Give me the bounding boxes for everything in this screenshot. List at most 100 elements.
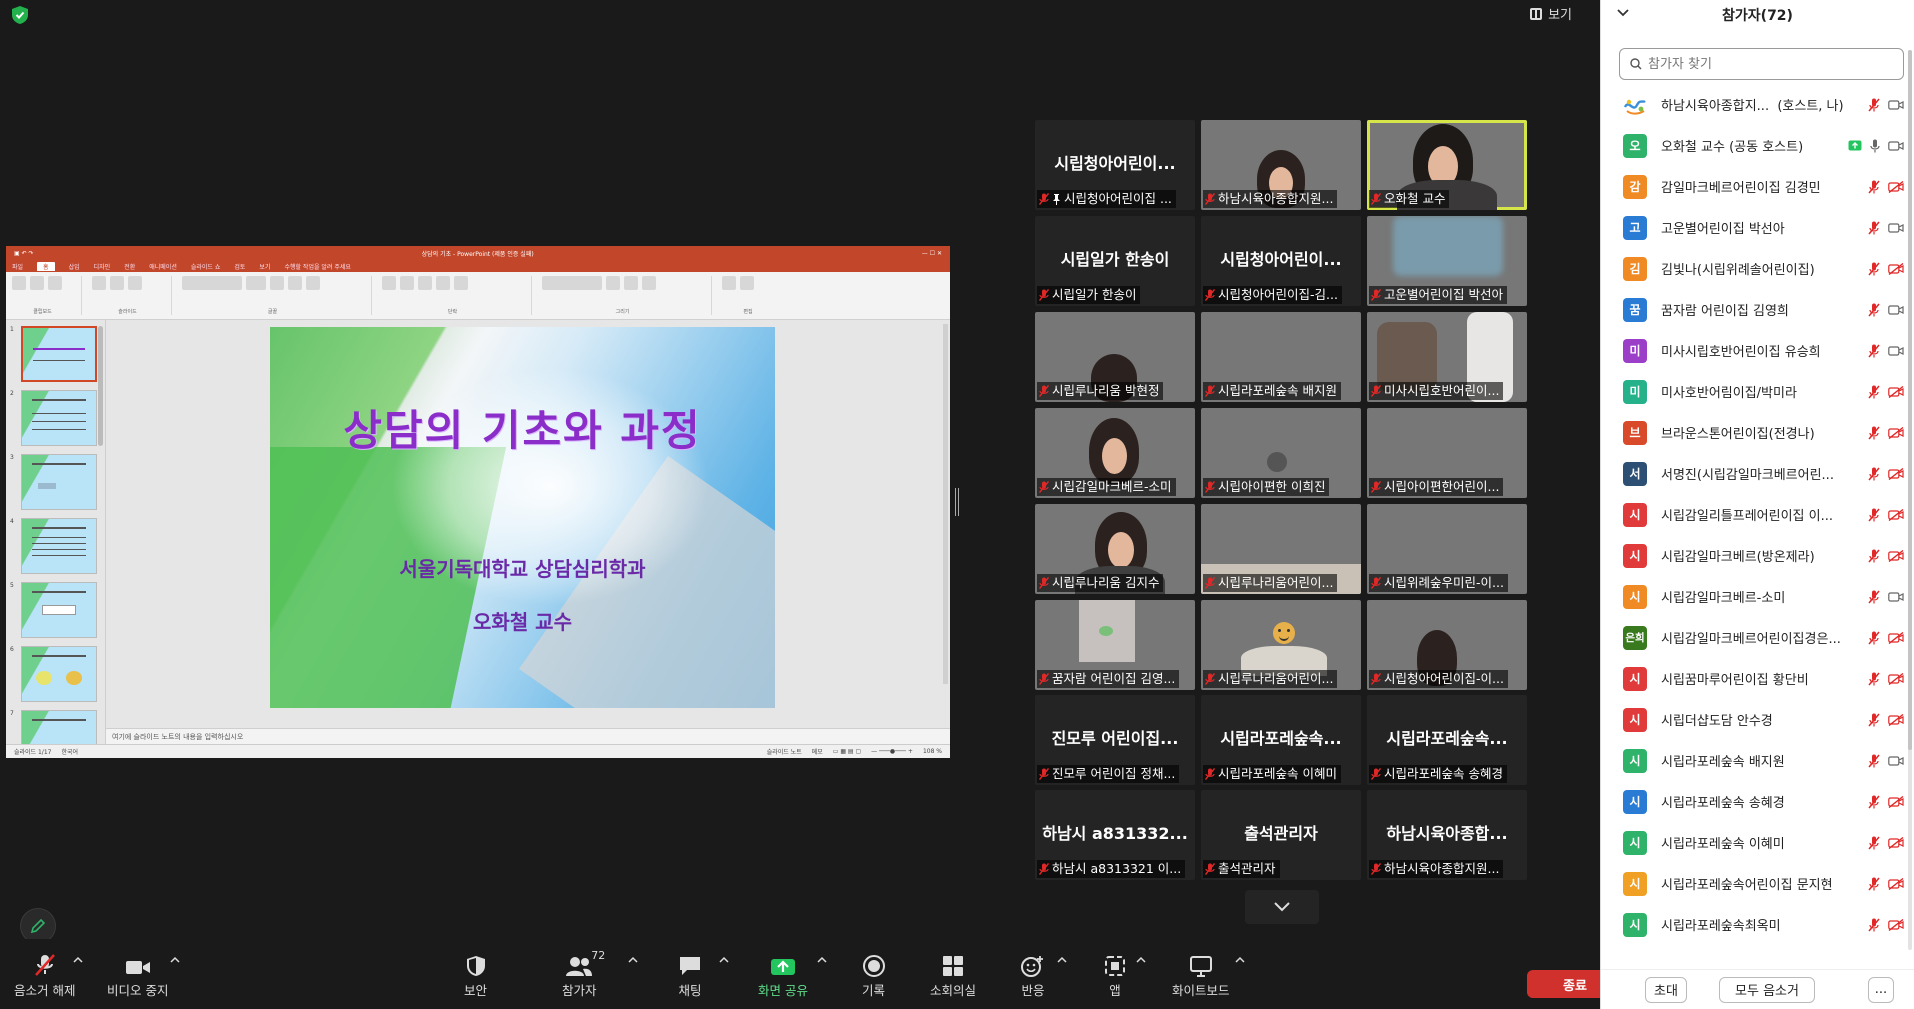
ppt-menu-item[interactable]: 애니메이션 — [149, 262, 177, 271]
video-camera-icon[interactable] — [1888, 304, 1904, 316]
mic-muted-icon[interactable] — [1868, 713, 1880, 727]
apps-button[interactable]: 앱 — [1104, 953, 1126, 999]
mic-muted-icon[interactable] — [1868, 180, 1880, 194]
participant-row[interactable]: 시 시립라포레숲속어린이집 문지현 — [1601, 863, 1914, 904]
slide-thumbnail-panel[interactable]: 1 2 3 4 5 6 7 — [6, 320, 106, 744]
ppt-menu-item[interactable]: 보기 — [259, 262, 270, 271]
ppt-menu-item[interactable]: 슬라이드 쇼 — [191, 262, 221, 271]
whiteboard-caret-icon[interactable] — [1235, 955, 1245, 965]
ppt-tell-me[interactable]: 수행할 작업을 알려 주세요 — [284, 262, 350, 271]
reactions-button[interactable]: 반응 — [1021, 953, 1045, 999]
mic-muted-icon[interactable] — [1868, 98, 1880, 112]
mic-muted-icon[interactable] — [1868, 221, 1880, 235]
participant-video-tile[interactable]: 시립루나리움 박현정 — [1035, 312, 1195, 402]
split-resize-handle[interactable] — [955, 488, 959, 516]
participant-row[interactable]: 서 서명진(시립감일마크베르어린... — [1601, 453, 1914, 494]
participant-video-tile[interactable]: 시립루나리움어린이... — [1201, 504, 1361, 594]
participant-video-tile[interactable]: 미사시립호반어린이... — [1367, 312, 1527, 402]
participants-caret-icon[interactable] — [628, 955, 638, 965]
stop-video-button[interactable]: 비디오 중지 — [107, 953, 168, 999]
participant-row[interactable]: 은희 시립감일마크베르어린이집경은... — [1601, 617, 1914, 658]
participant-row[interactable]: 꿈 꿈자람 어린이집 김영희 — [1601, 289, 1914, 330]
video-off-icon[interactable] — [1888, 467, 1904, 480]
participant-video-tile[interactable]: 하남시육아종합... 하남시육아종합지원... — [1367, 790, 1527, 880]
notes-toggle[interactable]: 슬라이드 노트 — [767, 747, 802, 756]
slide-scrollbar[interactable] — [943, 324, 948, 684]
ppt-menu-item[interactable]: 파일 — [12, 262, 23, 271]
participant-video-tile[interactable]: 오화철 교수 — [1367, 120, 1527, 210]
participant-video-tile[interactable]: 시립루나리움 김지수 — [1035, 504, 1195, 594]
participant-search-input[interactable] — [1648, 56, 1893, 72]
participant-video-tile[interactable]: 시립청아어린이집-이... — [1367, 600, 1527, 690]
video-off-icon[interactable] — [1888, 672, 1904, 685]
participant-video-tile[interactable]: 하남시육아종합지원... — [1201, 120, 1361, 210]
video-off-icon[interactable] — [1888, 508, 1904, 521]
video-off-icon[interactable] — [1888, 426, 1904, 439]
slide-thumbnail[interactable]: 2 — [10, 390, 101, 446]
participant-video-tile[interactable]: 진모루 어린이집... 진모루 어린이집 정채... — [1035, 695, 1195, 785]
reactions-caret-icon[interactable] — [1057, 955, 1067, 965]
ppt-menu-item-active[interactable]: 홈 — [37, 261, 55, 271]
gallery-next-page-button[interactable] — [1245, 890, 1319, 924]
slide-thumbnail[interactable]: 3 — [10, 454, 101, 510]
video-off-icon[interactable] — [1888, 262, 1904, 275]
participant-row[interactable]: 브 브라운스톤어린이집(전경나) — [1601, 412, 1914, 453]
participant-row[interactable]: 감 감일마크베르어린이집 김경민 — [1601, 166, 1914, 207]
slide-thumbnail[interactable]: 5 — [10, 582, 101, 638]
ppt-menu-item[interactable]: 삽입 — [69, 262, 80, 271]
video-off-icon[interactable] — [1888, 549, 1904, 562]
video-off-icon[interactable] — [1888, 918, 1904, 931]
participant-video-tile[interactable]: 시립라포레숲속... 시립라포레숲속 송혜경 — [1367, 695, 1527, 785]
participant-video-tile[interactable]: 시립아이편한 이희진 — [1201, 408, 1361, 498]
audio-options-caret-icon[interactable] — [73, 955, 83, 965]
current-slide[interactable]: 상담의 기초와 과정 서울기독대학교 상담심리학과 오화철 교수 — [270, 327, 775, 708]
comments-toggle[interactable]: 메모 — [812, 747, 823, 756]
participant-row[interactable]: 미 미사시립호반어린이집 유승희 — [1601, 330, 1914, 371]
apps-caret-icon[interactable] — [1136, 955, 1146, 965]
participant-video-tile[interactable]: 출석관리자 출석관리자 — [1201, 790, 1361, 880]
mic-muted-icon[interactable] — [1868, 836, 1880, 850]
thumbnail-scrollbar[interactable] — [98, 326, 103, 446]
mic-muted-icon[interactable] — [1868, 795, 1880, 809]
mic-muted-icon[interactable] — [1868, 303, 1880, 317]
chat-button[interactable]: 채팅 — [678, 953, 702, 999]
share-caret-icon[interactable] — [817, 955, 827, 965]
video-off-icon[interactable] — [1888, 795, 1904, 808]
participant-row[interactable]: 오 오화철 교수 (공동 호스트) — [1601, 125, 1914, 166]
mic-muted-icon[interactable] — [1868, 918, 1880, 932]
video-camera-icon[interactable] — [1888, 99, 1904, 111]
participant-video-tile[interactable]: 꿈자람 어린이집 김영... — [1035, 600, 1195, 690]
mic-muted-icon[interactable] — [1868, 467, 1880, 481]
mute-all-button[interactable]: 모두 음소거 — [1719, 976, 1815, 1003]
video-camera-icon[interactable] — [1888, 222, 1904, 234]
mic-muted-icon[interactable] — [1868, 344, 1880, 358]
participant-video-tile[interactable]: 고운별어린이집 박선아 — [1367, 216, 1527, 306]
participant-video-tile[interactable]: 시립루나리움어린이... — [1201, 600, 1361, 690]
participant-row[interactable]: 미 미사호반어림이집/박미라 — [1601, 371, 1914, 412]
slide-thumbnail[interactable]: 4 — [10, 518, 101, 574]
mic-on-icon[interactable] — [1870, 139, 1880, 153]
breakout-rooms-button[interactable]: 소회의실 — [930, 953, 976, 999]
participant-video-tile[interactable]: 시립청아어린이... 시립청아어린이집 ... — [1035, 120, 1195, 210]
video-camera-icon[interactable] — [1888, 755, 1904, 767]
mic-muted-icon[interactable] — [1868, 590, 1880, 604]
mic-muted-icon[interactable] — [1868, 549, 1880, 563]
video-off-icon[interactable] — [1888, 180, 1904, 193]
zoom-slider[interactable]: — ───●─── + — [871, 748, 913, 755]
slide-thumbnail[interactable]: 1 — [10, 326, 101, 382]
video-off-icon[interactable] — [1888, 631, 1904, 644]
collapse-panel-chevron-icon[interactable] — [1617, 9, 1629, 17]
video-off-icon[interactable] — [1888, 713, 1904, 726]
slide-thumbnail[interactable]: 7 — [10, 710, 101, 744]
participants-button[interactable]: 72 참가자 — [562, 949, 605, 999]
share-screen-button[interactable]: 화면 공유 — [758, 953, 808, 999]
video-camera-icon[interactable] — [1888, 345, 1904, 357]
mic-muted-icon[interactable] — [1868, 508, 1880, 522]
mic-muted-icon[interactable] — [1868, 672, 1880, 686]
participant-video-tile[interactable]: 하남시 a831332... 하남시 a8313321 이... — [1035, 790, 1195, 880]
participant-row[interactable]: 김 김빛나(시립위례솔어린이집) — [1601, 248, 1914, 289]
video-camera-icon[interactable] — [1888, 591, 1904, 603]
participant-row[interactable]: 하남시육아종합지... (호스트, 나) — [1601, 84, 1914, 125]
participant-row[interactable]: 시 시립감일마크베르(방온제라) — [1601, 535, 1914, 576]
security-button[interactable]: 보안 — [464, 953, 487, 999]
